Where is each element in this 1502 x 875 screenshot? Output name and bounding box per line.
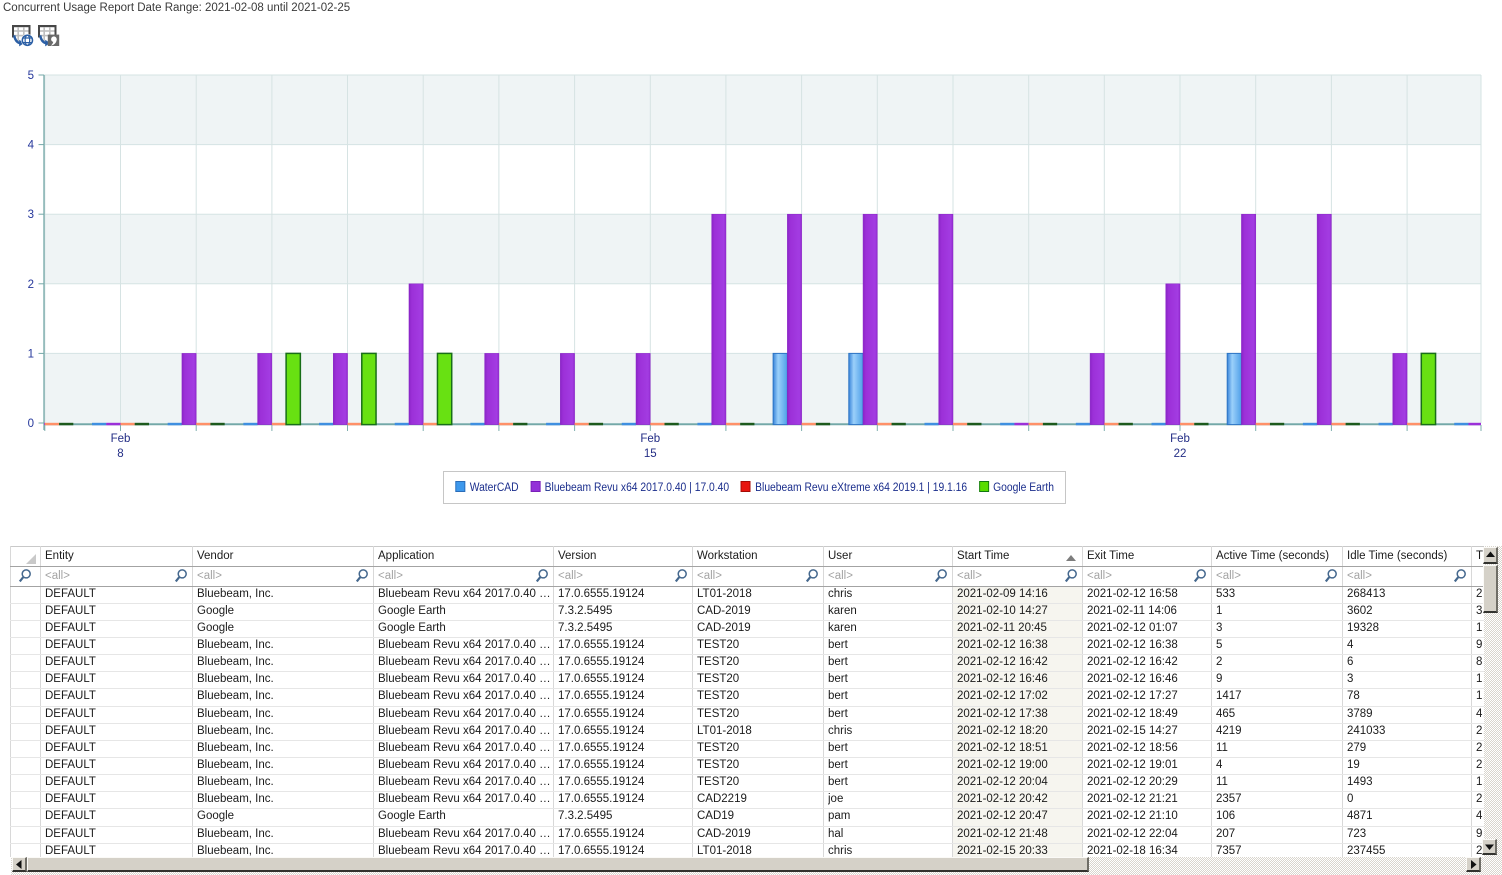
svg-text:Feb: Feb	[111, 433, 131, 445]
svg-text:22: 22	[1174, 448, 1187, 460]
svg-text:Feb: Feb	[1170, 433, 1190, 445]
svg-text:Feb: Feb	[640, 433, 660, 445]
svg-text:1: 1	[28, 348, 34, 360]
svg-text:8: 8	[117, 448, 123, 460]
svg-text:3: 3	[28, 209, 34, 221]
svg-text:2: 2	[28, 279, 34, 291]
svg-text:15: 15	[644, 448, 657, 460]
svg-text:5: 5	[28, 70, 34, 82]
svg-text:4: 4	[28, 140, 35, 152]
svg-text:0: 0	[28, 418, 34, 430]
